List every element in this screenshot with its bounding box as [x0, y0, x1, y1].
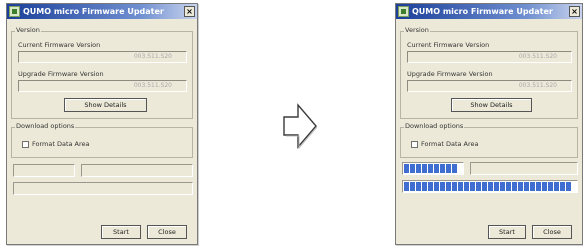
progress-segment	[464, 182, 469, 191]
progress-segment	[518, 182, 523, 191]
progress-segment	[452, 164, 457, 173]
progress-segment	[506, 182, 511, 191]
progress-segment	[434, 164, 439, 173]
show-details-button[interactable]: Show Details	[64, 98, 147, 112]
progress-segment	[476, 182, 481, 191]
right-arrow-icon	[283, 103, 318, 149]
format-data-area-checkbox[interactable]	[22, 141, 29, 148]
progress-segment	[482, 182, 487, 191]
progress-segment	[488, 182, 493, 191]
download-options-legend: Download options	[15, 122, 76, 130]
current-version-field: 003.511.S20	[407, 51, 572, 63]
format-data-area-checkbox[interactable]	[411, 141, 418, 148]
start-button[interactable]: Start	[101, 225, 141, 239]
app-icon	[9, 6, 20, 17]
download-options-legend: Download options	[404, 122, 465, 130]
progress-segment	[530, 182, 535, 191]
overall-progress-bar	[13, 182, 193, 195]
app-icon	[398, 6, 409, 17]
current-version-field: 003.511.S20	[18, 51, 187, 63]
version-legend: Version	[404, 26, 430, 34]
current-version-label: Current Firmware Version	[407, 41, 490, 49]
progress-segment	[560, 182, 565, 191]
upgrade-version-field: 003.511.S20	[407, 80, 572, 92]
progress-segment	[446, 182, 451, 191]
progress-segment	[446, 164, 451, 173]
progress-segment	[404, 182, 409, 191]
progress-segment	[434, 182, 439, 191]
progress-segment	[458, 182, 463, 191]
progress-segment	[542, 182, 547, 191]
close-button[interactable]: Close	[532, 225, 572, 239]
progress-segment	[494, 182, 499, 191]
overall-progress-bar	[402, 180, 578, 193]
status-field	[470, 162, 578, 175]
title-bar: QUMO micro Firmware Updater ×	[396, 4, 582, 19]
title-bar: QUMO micro Firmware Updater ×	[7, 4, 197, 19]
progress-segment	[440, 182, 445, 191]
upgrade-version-label: Upgrade Firmware Version	[18, 70, 104, 78]
progress-segment	[500, 182, 505, 191]
progress-segment	[548, 182, 553, 191]
progress-segment	[422, 164, 427, 173]
version-legend: Version	[15, 26, 41, 34]
progress-segment	[566, 182, 571, 191]
format-data-area-label: Format Data Area	[32, 140, 90, 148]
close-button[interactable]: Close	[147, 225, 187, 239]
progress-segment	[440, 164, 445, 173]
current-version-label: Current Firmware Version	[18, 41, 101, 49]
progress-segment	[470, 182, 475, 191]
progress-segment	[428, 182, 433, 191]
status-field	[81, 164, 193, 177]
progress-segment	[410, 182, 415, 191]
updater-window-before: QUMO micro Firmware Updater × Version Cu…	[6, 3, 198, 245]
progress-segment	[512, 182, 517, 191]
segment-progress-bar	[13, 164, 75, 177]
progress-segment	[416, 182, 421, 191]
show-details-button[interactable]: Show Details	[451, 98, 532, 112]
progress-segment	[554, 182, 559, 191]
updater-window-after: QUMO micro Firmware Updater × Version Cu…	[395, 3, 583, 245]
close-icon[interactable]: ×	[184, 6, 195, 17]
progress-segment	[404, 164, 409, 173]
window-title: QUMO micro Firmware Updater	[412, 7, 553, 16]
progress-segment	[416, 164, 421, 173]
segment-progress-bar	[402, 162, 464, 175]
format-data-area-label: Format Data Area	[421, 140, 479, 148]
progress-segment	[536, 182, 541, 191]
close-icon[interactable]: ×	[569, 6, 580, 17]
progress-segment	[524, 182, 529, 191]
progress-segment	[428, 164, 433, 173]
upgrade-version-field: 003.511.S20	[18, 80, 187, 92]
progress-segment	[422, 182, 427, 191]
progress-segment	[410, 164, 415, 173]
upgrade-version-label: Upgrade Firmware Version	[407, 70, 493, 78]
start-button[interactable]: Start	[488, 225, 526, 239]
progress-segment	[452, 182, 457, 191]
window-title: QUMO micro Firmware Updater	[23, 7, 164, 16]
